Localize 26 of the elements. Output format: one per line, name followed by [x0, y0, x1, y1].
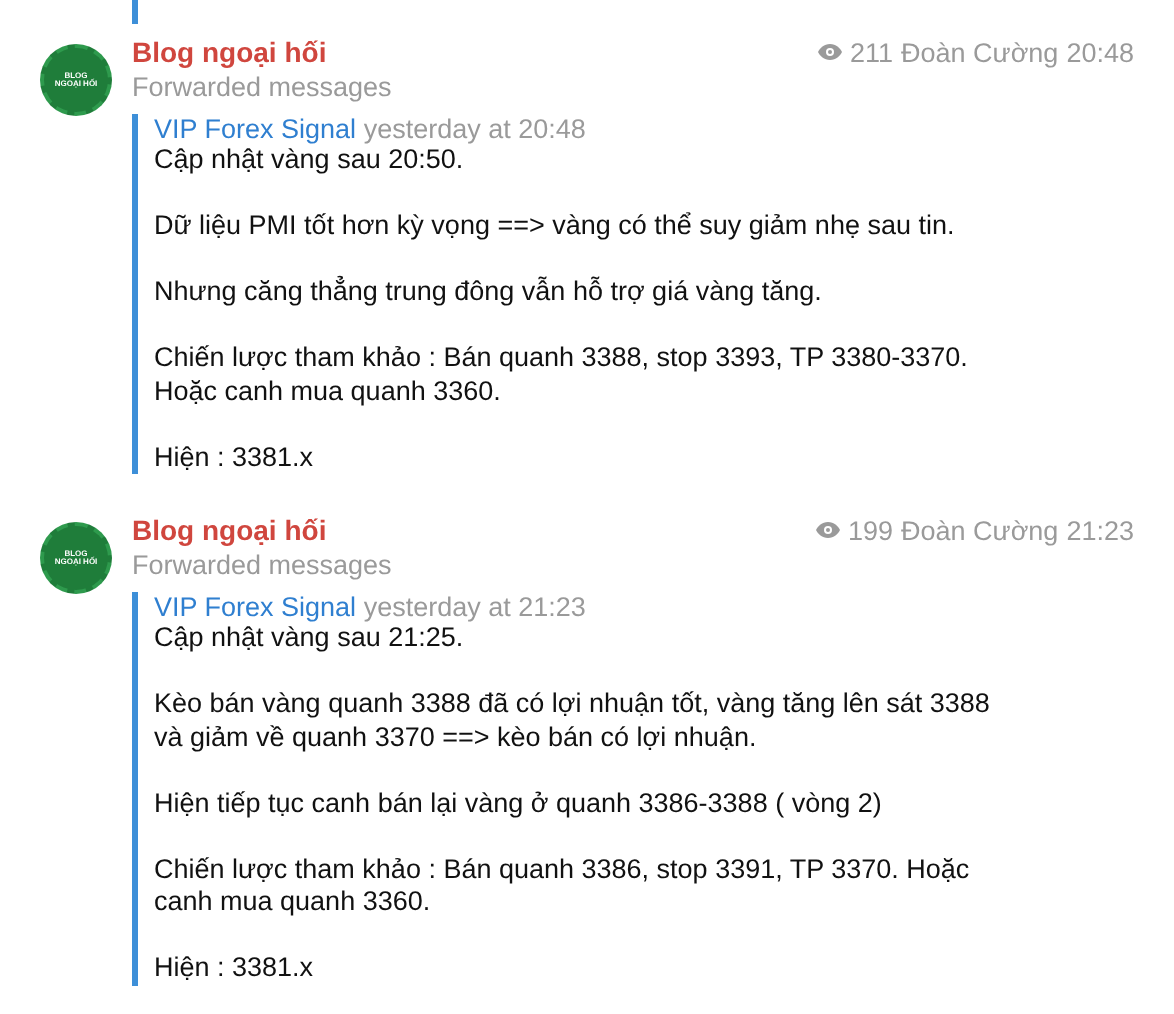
message-text: Hiện tiếp tục canh bán lại vàng ở quanh 3386-3388 ( vòng 2) [154, 787, 884, 820]
eye-icon [817, 44, 842, 60]
message-text: Cập nhật vàng sau 21:25. [154, 622, 466, 655]
view-count: 199 [847, 515, 894, 545]
message-text: Hiện : 3381.x [154, 441, 316, 474]
message-time: 21:23 [1066, 515, 1134, 545]
message-text: Cập nhật vàng sau 20:50. [154, 144, 466, 177]
author-name: Đoàn Cường [901, 37, 1059, 67]
message-text: Chiến lược tham khảo : Bán quanh 3386, stop 3391, TP 3370. Hoặc canh mua quanh 3360. [154, 853, 972, 919]
eye-icon [815, 522, 840, 538]
channel-name[interactable]: Blog ngoại hối [132, 36, 327, 68]
forwarded-label: Forwarded messages [132, 550, 394, 580]
forwarded-label: Forwarded messages [132, 72, 394, 102]
message-text: Dữ liệu PMI tốt hơn kỳ vọng ==> vàng có thể suy giảm nhẹ sau tin. [154, 210, 957, 243]
forward-time: yesterday at 21:23 [363, 592, 586, 622]
message-text: Chiến lược tham khảo : Bán quanh 3388, stop 3393, TP 3380-3370. Hoặc canh mua quanh 3360. [154, 342, 970, 408]
source-name[interactable]: VIP Forex Signal [154, 114, 357, 144]
source-name[interactable]: VIP Forex Signal [154, 592, 357, 622]
message-time: 20:48 [1066, 37, 1134, 67]
message-text: Hiện : 3381.x [154, 952, 316, 985]
view-count: 211 [849, 37, 894, 67]
message-text: Nhưng căng thẳng trung đông vẫn hỗ trợ giá vàng tăng. [154, 276, 824, 309]
forward-time: yesterday at 20:48 [363, 114, 586, 144]
channel-name[interactable]: Blog ngoại hối [132, 514, 327, 546]
author-name: Đoàn Cường [901, 515, 1059, 545]
message-text: Kèo bán vàng quanh 3388 đã có lợi nhuận tốt, vàng tăng lên sát 3388 và giảm về quanh 3370 ==> kèo bán có lợi nhuận. [154, 688, 992, 754]
